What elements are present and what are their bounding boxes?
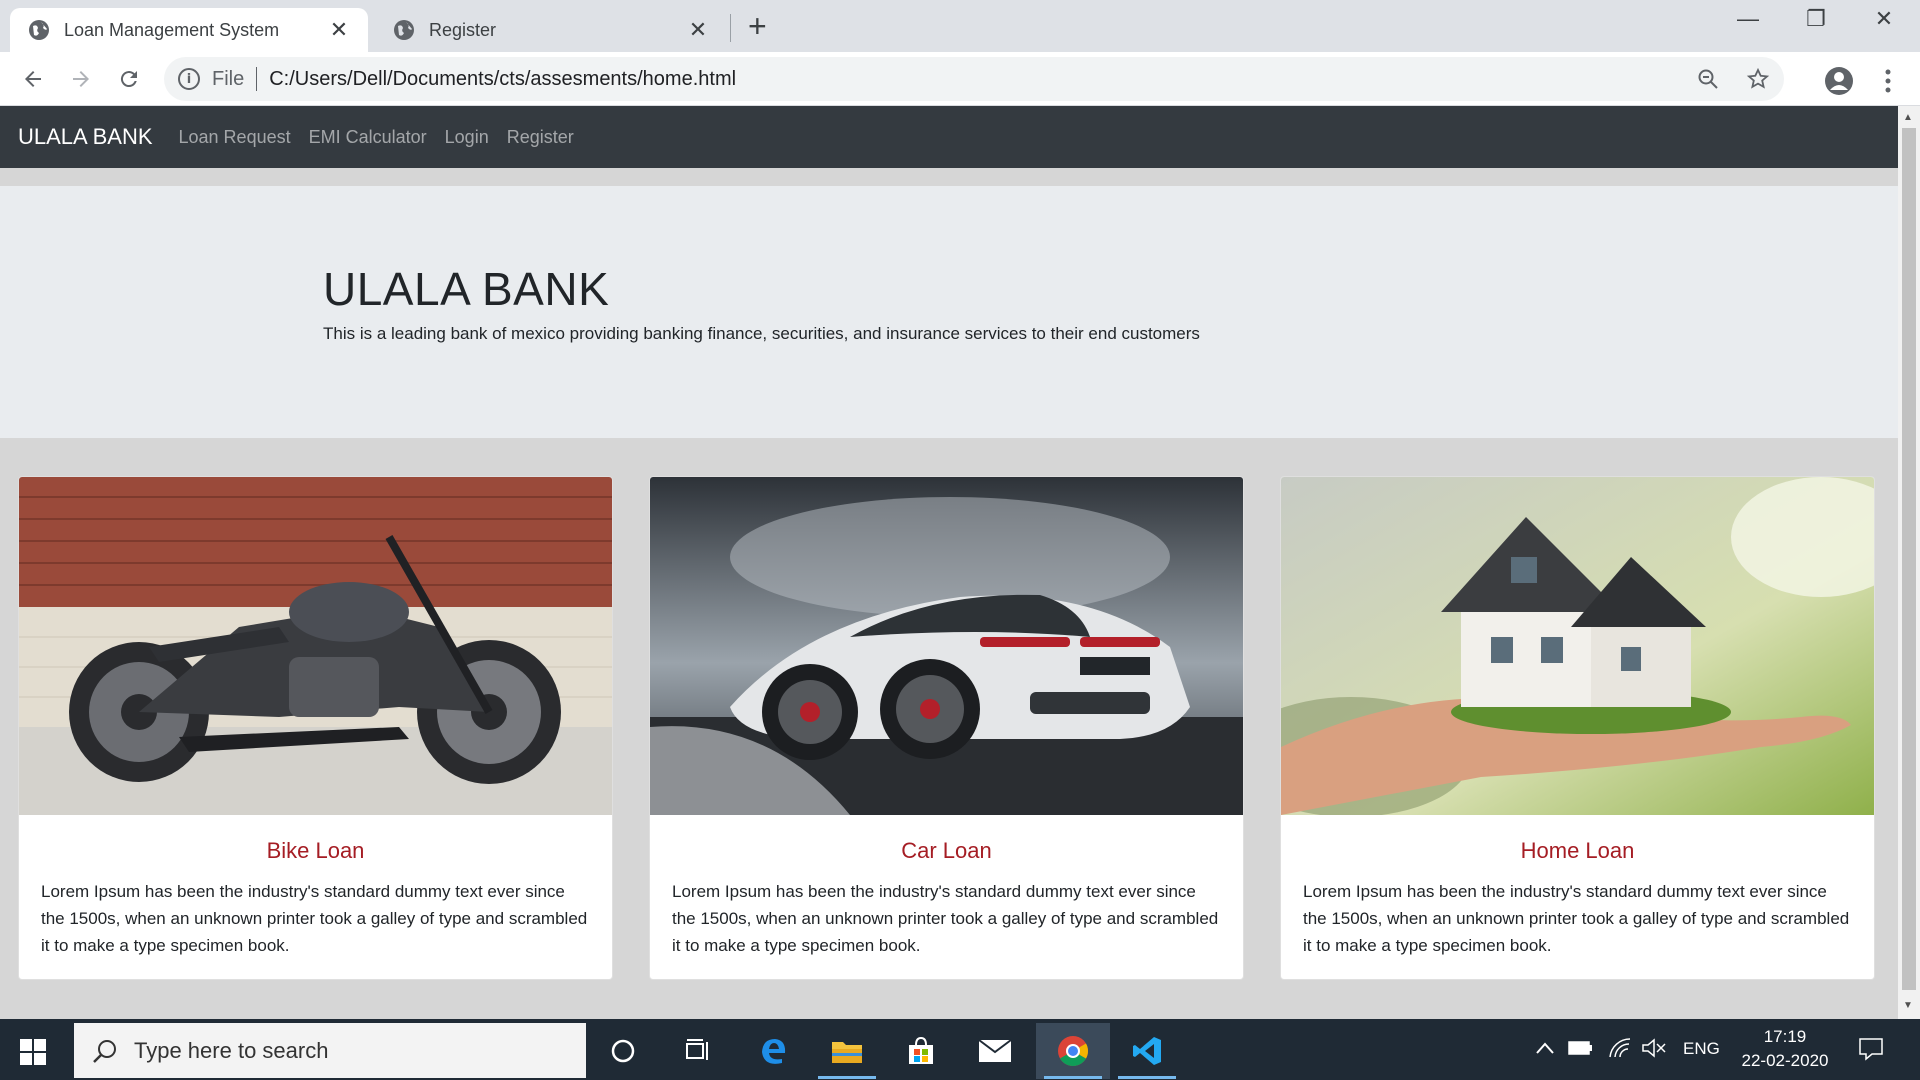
tab-divider (730, 14, 731, 42)
clock-time: 17:19 (1763, 1027, 1807, 1046)
minimize-button[interactable]: — (1728, 6, 1768, 32)
tab-register[interactable]: Register ✕ (375, 8, 727, 52)
close-tab-icon[interactable]: ✕ (687, 17, 709, 43)
chevron-up-icon[interactable] (1535, 1041, 1555, 1055)
hero-jumbotron: ULALA BANK This is a leading bank of mex… (0, 186, 1898, 438)
running-indicator (1118, 1076, 1176, 1079)
nav-register[interactable]: Register (507, 127, 574, 148)
nav-loan-request[interactable]: Loan Request (179, 127, 291, 148)
scheme-label: File (212, 67, 245, 90)
notifications-icon[interactable] (1858, 1037, 1884, 1061)
nav-login[interactable]: Login (445, 127, 489, 148)
card-text: Lorem Ipsum has been the industry's stan… (41, 882, 588, 955)
vscode-app[interactable] (1110, 1023, 1184, 1079)
hero-subtitle: This is a leading bank of mexico providi… (323, 324, 1200, 343)
running-indicator (1044, 1076, 1102, 1079)
scroll-thumb[interactable] (1902, 128, 1916, 990)
card-title: Home Loan (1520, 838, 1635, 863)
task-view-icon (686, 1039, 708, 1060)
edge-icon (762, 1039, 786, 1064)
card-text: Lorem Ipsum has been the industry's stan… (672, 882, 1219, 955)
task-view-button[interactable] (660, 1023, 734, 1079)
globe-icon (394, 20, 414, 40)
back-button[interactable] (16, 62, 50, 96)
search-placeholder: Type here to search (134, 1037, 329, 1063)
navbar-brand[interactable]: ULALA BANK (18, 124, 153, 150)
taskbar-search-box[interactable]: Type here to search (74, 1023, 586, 1078)
page-scrollbar[interactable]: ▲ ▼ (1898, 106, 1920, 1019)
site-navbar: ULALA BANK Loan Request EMI Calculator L… (0, 106, 1898, 168)
arrow-right-icon (73, 71, 89, 87)
scroll-up-icon[interactable]: ▲ (1903, 112, 1913, 123)
forward-button[interactable] (64, 62, 98, 96)
edge-app[interactable] (736, 1023, 810, 1079)
windows-start-icon[interactable] (20, 1039, 46, 1065)
restore-button[interactable]: ❐ (1796, 6, 1836, 32)
menu-dots-icon[interactable] (1876, 66, 1900, 96)
wifi-icon[interactable] (1608, 1037, 1632, 1059)
browser-tab-strip: Loan Management System ✕ Register ✕ + — … (0, 0, 1920, 52)
battery-icon[interactable] (1568, 1039, 1594, 1057)
tab-loan-management[interactable]: Loan Management System ✕ (10, 8, 368, 52)
clock-date: 22-02-2020 (1741, 1051, 1829, 1070)
mail-icon (978, 1039, 1012, 1062)
card-home-loan: Home Loan Lorem Ipsum has been the indus… (1280, 476, 1875, 980)
star-icon[interactable] (1746, 67, 1770, 91)
chrome-icon (1058, 1036, 1089, 1067)
folder-icon (832, 1042, 862, 1063)
hero-title: ULALA BANK (323, 263, 610, 315)
windows-taskbar: Type here to search ENG 17:19 22-02-2020 (0, 1019, 1920, 1080)
card-title: Bike Loan (266, 838, 365, 863)
sports-car-image (650, 477, 1243, 815)
motorcycle-image (19, 477, 612, 815)
house-in-hand-image (1281, 477, 1874, 815)
new-tab-button[interactable]: + (748, 10, 767, 42)
taskbar-clock[interactable]: 17:19 22-02-2020 (1730, 1025, 1840, 1073)
nav-emi-calculator[interactable]: EMI Calculator (309, 127, 427, 148)
scroll-down-icon[interactable]: ▼ (1903, 1000, 1913, 1011)
cortana-button[interactable] (586, 1023, 660, 1079)
card-bike-loan: Bike Loan Lorem Ipsum has been the indus… (18, 476, 613, 980)
store-icon (909, 1036, 933, 1064)
vscode-icon (1133, 1037, 1161, 1065)
store-app[interactable] (884, 1023, 958, 1079)
window-close-button[interactable]: ✕ (1864, 6, 1904, 32)
reload-icon (120, 71, 137, 88)
card-title: Car Loan (901, 838, 992, 863)
globe-icon (29, 20, 49, 40)
arrow-left-icon (25, 71, 41, 87)
chrome-app[interactable] (1036, 1023, 1110, 1079)
info-icon[interactable]: i (178, 68, 200, 90)
zoom-icon[interactable] (1696, 67, 1720, 91)
tab-label: Loan Management System (64, 19, 280, 40)
volume-muted-icon[interactable] (1641, 1037, 1667, 1059)
page-viewport: ULALA BANK Loan Request EMI Calculator L… (0, 106, 1898, 1019)
card-car-loan: Car Loan Lorem Ipsum has been the indust… (649, 476, 1244, 980)
running-indicator (818, 1076, 876, 1079)
search-icon (93, 1039, 116, 1063)
file-explorer-app[interactable] (810, 1023, 884, 1079)
reload-button[interactable] (112, 62, 146, 96)
url-text[interactable]: C:/Users/Dell/Documents/cts/assesments/h… (269, 68, 736, 91)
tab-label: Register (429, 19, 497, 40)
browser-toolbar: i File C:/Users/Dell/Documents/cts/asses… (0, 52, 1920, 106)
address-divider (256, 67, 258, 91)
profile-icon[interactable] (1824, 66, 1854, 96)
cortana-icon (611, 1039, 635, 1063)
mail-app[interactable] (958, 1023, 1032, 1079)
language-indicator[interactable]: ENG (1683, 1039, 1720, 1059)
address-bar[interactable]: i File C:/Users/Dell/Documents/cts/asses… (164, 57, 1784, 101)
close-tab-icon[interactable]: ✕ (328, 17, 350, 43)
card-text: Lorem Ipsum has been the industry's stan… (1303, 882, 1850, 955)
